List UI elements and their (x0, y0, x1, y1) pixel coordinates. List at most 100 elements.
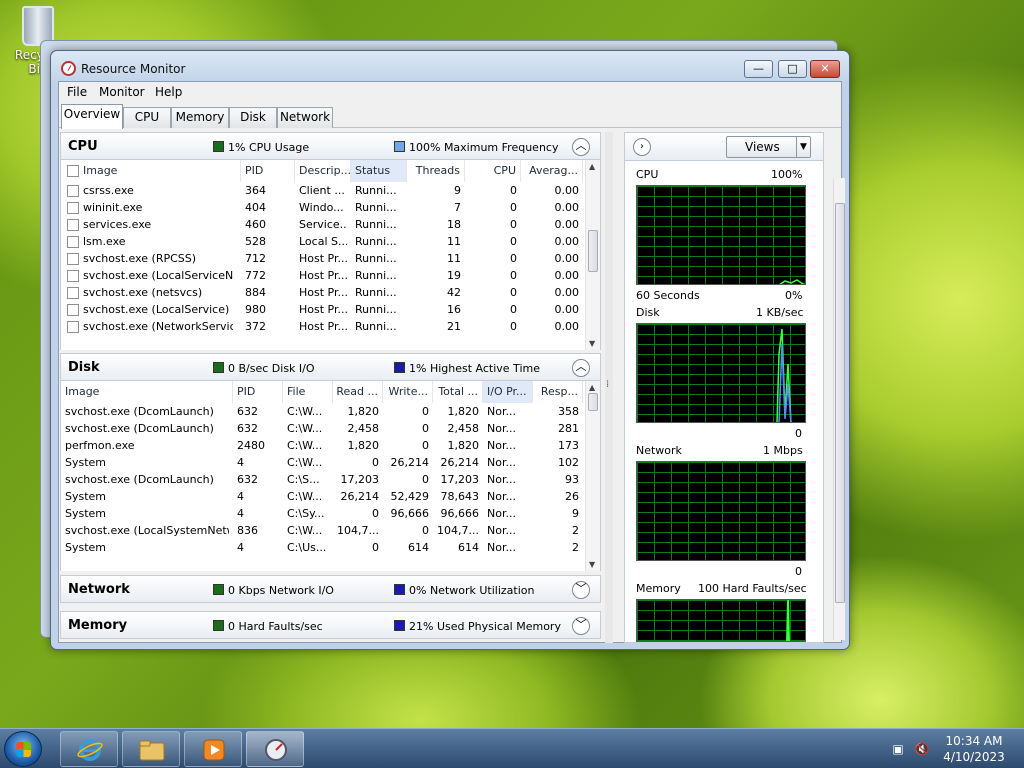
disk-section-header[interactable]: Disk 0 B/sec Disk I/O 1% Highest Active … (60, 353, 601, 381)
network-section-header[interactable]: Network 0 Kbps Network I/O 0% Network Ut… (60, 575, 601, 603)
column-header[interactable]: File (283, 381, 333, 403)
row-checkbox[interactable] (67, 185, 79, 197)
table-row[interactable]: svchost.exe (LocalServiceNet... 772 Host P… (61, 268, 585, 285)
column-header[interactable]: Image (61, 381, 233, 403)
table-cell: 26 (565, 490, 579, 503)
table-row[interactable]: System 4 C:\Sy... 0 96,666 96,666 Nor... 9 (61, 506, 585, 523)
collapse-cpu-button[interactable]: ︿ (572, 138, 590, 156)
scroll-down-icon[interactable]: ▼ (589, 560, 595, 569)
column-header[interactable]: Threads (407, 160, 465, 182)
taskbar-explorer[interactable] (122, 731, 180, 767)
tab-overview[interactable]: Overview (61, 104, 123, 129)
scroll-up-icon[interactable]: ▲ (589, 383, 595, 392)
table-cell: C:\W... (287, 422, 323, 435)
table-row[interactable]: csrss.exe 364 Client ... Runni... 9 0 0.00 (61, 183, 585, 200)
maximize-button[interactable]: □ (778, 60, 807, 78)
column-header[interactable]: PID (241, 160, 295, 182)
table-cell: 26,214 (340, 490, 380, 503)
table-row[interactable]: svchost.exe (RPCSS) 712 Host Pr... Runni...… (61, 251, 585, 268)
collapse-graphs-icon[interactable]: › (633, 138, 651, 156)
row-checkbox[interactable] (67, 219, 79, 231)
title-bar[interactable]: Resource Monitor — □ ✕ (51, 51, 849, 81)
column-header[interactable]: Resp... (533, 381, 583, 403)
graphs-scroll-thumb[interactable] (835, 203, 845, 603)
chevron-down-icon: ▼ (796, 137, 810, 157)
column-header[interactable]: Descrip... (295, 160, 351, 182)
select-all-checkbox[interactable] (67, 165, 79, 177)
table-row[interactable]: svchost.exe (LocalService) 980 Host Pr... R… (61, 302, 585, 319)
minimize-button[interactable]: — (744, 60, 773, 78)
pane-splitter[interactable]: ⁞ (605, 132, 613, 643)
expand-network-button[interactable]: ﹀ (572, 581, 590, 599)
taskbar-resource-monitor[interactable] (246, 731, 304, 767)
tab-memory[interactable]: Memory (171, 107, 229, 128)
start-button[interactable] (4, 731, 42, 767)
table-cell: Nor... (487, 405, 516, 418)
expand-memory-button[interactable]: ﹀ (572, 617, 590, 635)
scroll-up-icon[interactable]: ▲ (589, 162, 595, 171)
table-row[interactable]: System 4 C:\W... 26,214 52,429 78,643 Nor... 26 (61, 489, 585, 506)
table-cell: Runni... (355, 252, 397, 265)
row-checkbox[interactable] (67, 202, 79, 214)
column-header[interactable]: CPU (465, 160, 521, 182)
row-checkbox[interactable] (67, 321, 79, 333)
table-row[interactable]: svchost.exe (DcomLaunch) 632 C:\S... 17,203… (61, 472, 585, 489)
column-header[interactable]: Image (79, 160, 241, 182)
row-checkbox[interactable] (67, 304, 79, 316)
cpu-section-header[interactable]: CPU 1% CPU Usage 100% Maximum Frequency … (60, 132, 601, 160)
table-row[interactable]: services.exe 460 Service... Runni... 18 0 0.00 (61, 217, 585, 234)
table-row[interactable]: wininit.exe 404 Windo... Runni... 7 0 0.00 (61, 200, 585, 217)
row-checkbox[interactable] (67, 253, 79, 265)
collapse-disk-button[interactable]: ︿ (572, 359, 590, 377)
scroll-thumb[interactable] (588, 393, 598, 411)
table-cell: 0 (510, 218, 517, 231)
table-scrollbar[interactable]: ▲ ▼ (585, 381, 600, 571)
table-row[interactable]: svchost.exe (DcomLaunch) 632 C:\W... 2,458 0… (61, 421, 585, 438)
table-row[interactable]: svchost.exe (DcomLaunch) 632 C:\W... 1,820 0… (61, 404, 585, 421)
legend-swatch (394, 362, 405, 373)
row-checkbox[interactable] (67, 236, 79, 248)
row-checkbox[interactable] (67, 270, 79, 282)
views-dropdown[interactable]: Views ▼ (726, 136, 811, 158)
table-row[interactable]: System 4 C:\W... 0 26,214 26,214 Nor... 102 (61, 455, 585, 472)
graphs-scrollbar[interactable] (833, 178, 845, 640)
taskbar-internet-explorer[interactable] (60, 731, 118, 767)
system-clock[interactable]: 10:34 AM 4/10/2023 (936, 733, 1012, 765)
volume-muted-icon[interactable]: 🔇 (914, 741, 930, 757)
tab-network[interactable]: Network (277, 107, 333, 128)
scroll-down-icon[interactable]: ▼ (589, 339, 595, 348)
table-cell: lsm.exe (83, 235, 126, 248)
column-header[interactable]: I/O Pr... (483, 381, 533, 403)
column-header[interactable]: Averag... (521, 160, 583, 182)
table-row[interactable]: svchost.exe (LocalSystemNetw... 836 C:\W..… (61, 523, 585, 540)
scroll-thumb[interactable] (588, 230, 598, 272)
table-row[interactable]: perfmon.exe 2480 C:\W... 1,820 0 1,820 Nor... 1… (61, 438, 585, 455)
disk-graph (636, 323, 806, 423)
table-cell: svchost.exe (NetworkService) (83, 320, 233, 333)
table-cell: 7 (454, 201, 461, 214)
table-row[interactable]: svchost.exe (NetworkService) 372 Host Pr..… (61, 319, 585, 336)
network-graph-max: 1 Mbps (763, 444, 803, 457)
column-header[interactable]: Write... (383, 381, 433, 403)
menu-help[interactable]: Help (155, 85, 182, 99)
disk-graph-label: Disk (636, 306, 660, 319)
tab-cpu[interactable]: CPU (123, 107, 171, 128)
column-header[interactable]: PID (233, 381, 283, 403)
table-row[interactable]: lsm.exe 528 Local S... Runni... 11 0 0.00 (61, 234, 585, 251)
table-row[interactable]: svchost.exe (netsvcs) 884 Host Pr... Runni.… (61, 285, 585, 302)
menu-monitor[interactable]: Monitor (99, 85, 145, 99)
table-scrollbar[interactable]: ▲ ▼ (585, 160, 600, 350)
taskbar-media-player[interactable] (184, 731, 242, 767)
close-button[interactable]: ✕ (810, 60, 840, 78)
column-header[interactable]: Total ... (433, 381, 483, 403)
network-tray-icon[interactable]: ▣ (890, 741, 906, 757)
table-cell: 93 (565, 473, 579, 486)
column-header[interactable]: Read ... (333, 381, 383, 403)
table-cell: 26,214 (440, 456, 480, 469)
column-header[interactable]: Status (351, 160, 407, 182)
tab-disk[interactable]: Disk (229, 107, 277, 128)
memory-section-header[interactable]: Memory 0 Hard Faults/sec 21% Used Physic… (60, 611, 601, 639)
table-row[interactable]: System 4 C:\Us... 0 614 614 Nor... 2 (61, 540, 585, 557)
row-checkbox[interactable] (67, 287, 79, 299)
menu-file[interactable]: File (67, 85, 87, 99)
